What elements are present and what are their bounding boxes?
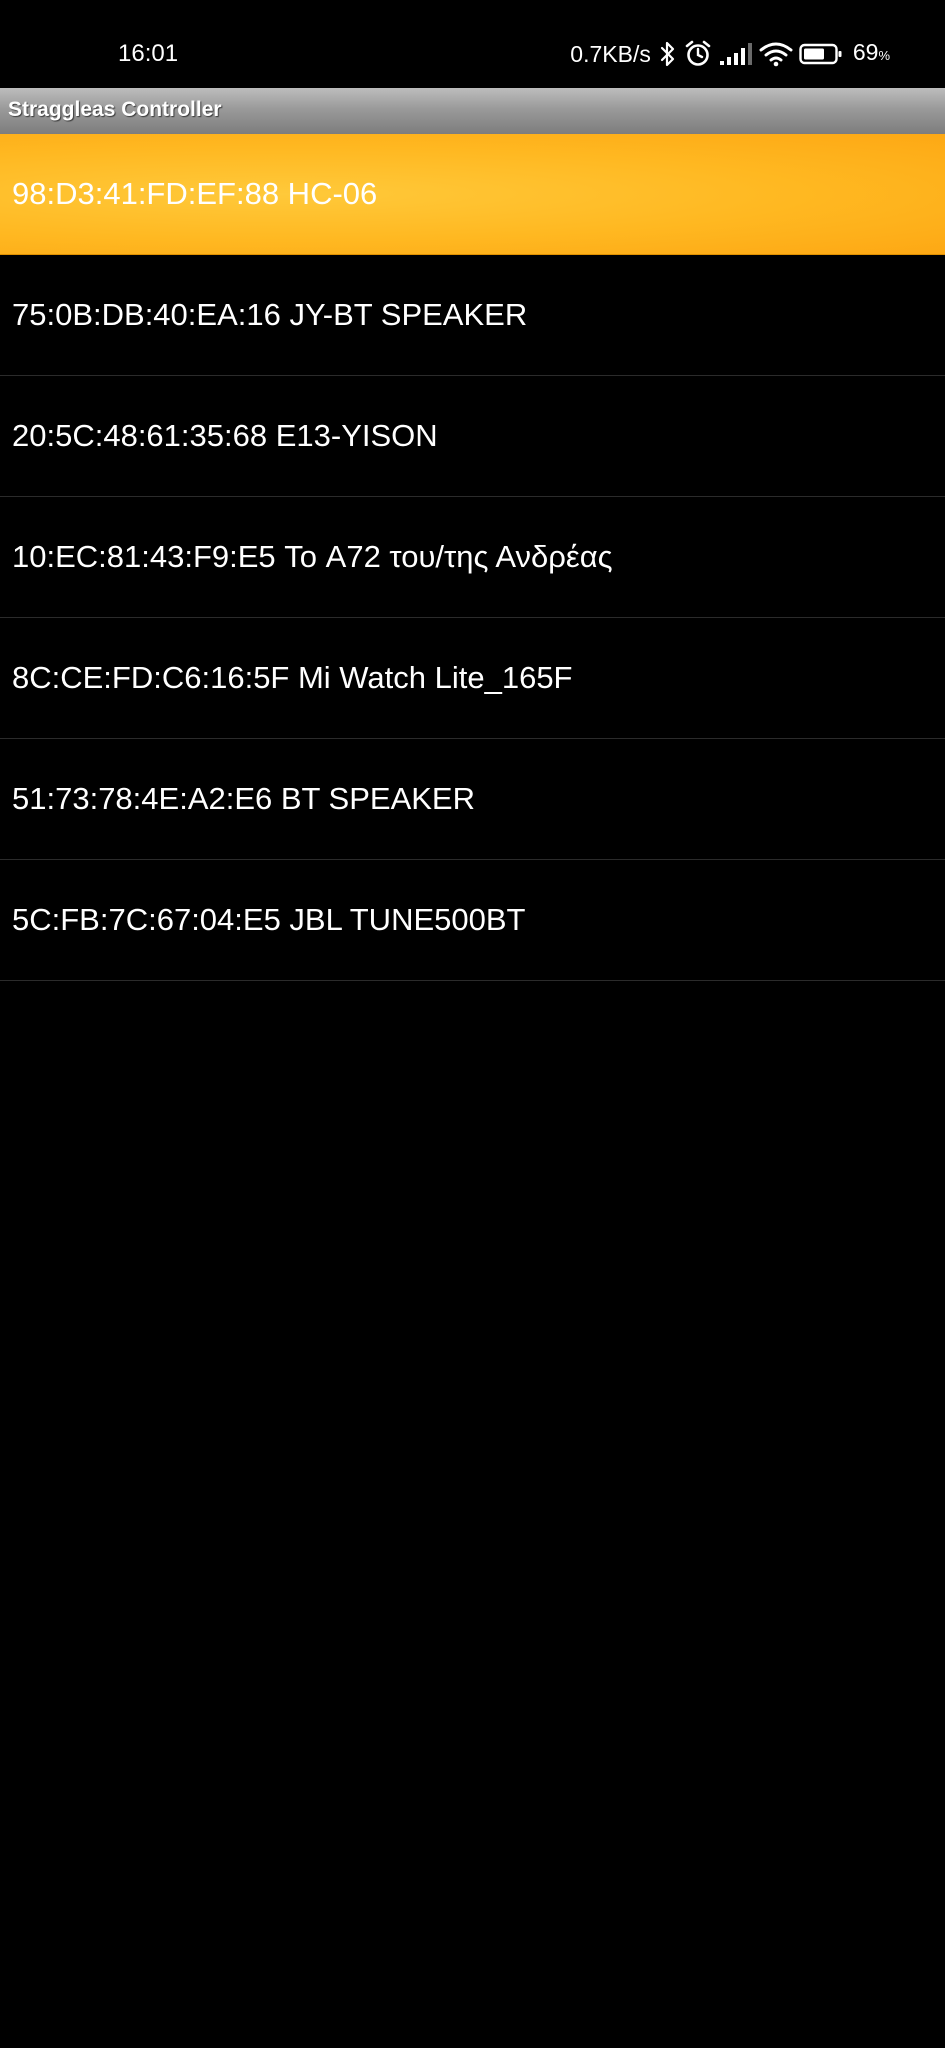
device-list: 98:D3:41:FD:EF:88 HC-06 75:0B:DB:40:EA:1… [0, 134, 945, 981]
device-label: 8C:CE:FD:C6:16:5F Mi Watch Lite_165F [12, 660, 573, 695]
device-label: 98:D3:41:FD:EF:88 HC-06 [12, 176, 378, 211]
status-bar: 16:01 0.7KB/s 69% [0, 0, 945, 88]
device-list-item[interactable]: 98:D3:41:FD:EF:88 HC-06 [0, 134, 945, 255]
alarm-icon [683, 39, 713, 69]
device-list-item[interactable]: 20:5C:48:61:35:68 E13-YISON [0, 376, 945, 497]
app-title: Straggleas Controller [8, 98, 222, 121]
device-label: 10:EC:81:43:F9:E5 Το A72 του/της Ανδρέας [12, 539, 613, 574]
battery-percent: 69% [852, 39, 890, 65]
network-speed: 0.7KB/s [570, 41, 651, 67]
device-label: 75:0B:DB:40:EA:16 JY-BT SPEAKER [12, 297, 528, 332]
device-label: 51:73:78:4E:A2:E6 BT SPEAKER [12, 781, 475, 816]
device-label: 5C:FB:7C:67:04:E5 JBL TUNE500BT [12, 902, 526, 937]
device-list-item[interactable]: 75:0B:DB:40:EA:16 JY-BT SPEAKER [0, 255, 945, 376]
device-list-item[interactable]: 5C:FB:7C:67:04:E5 JBL TUNE500BT [0, 860, 945, 981]
device-list-item[interactable]: 8C:CE:FD:C6:16:5F Mi Watch Lite_165F [0, 618, 945, 739]
bluetooth-icon [659, 40, 677, 68]
device-list-item[interactable]: 51:73:78:4E:A2:E6 BT SPEAKER [0, 739, 945, 860]
app-title-bar: Straggleas Controller [0, 88, 945, 135]
battery-icon [799, 42, 843, 66]
wifi-icon [759, 40, 793, 68]
device-list-item[interactable]: 10:EC:81:43:F9:E5 Το A72 του/της Ανδρέας [0, 497, 945, 618]
status-icons: 0.7KB/s 69% [570, 38, 890, 70]
status-time: 16:01 [118, 40, 179, 67]
device-label: 20:5C:48:61:35:68 E13-YISON [12, 418, 438, 453]
signal-icon [719, 41, 753, 67]
